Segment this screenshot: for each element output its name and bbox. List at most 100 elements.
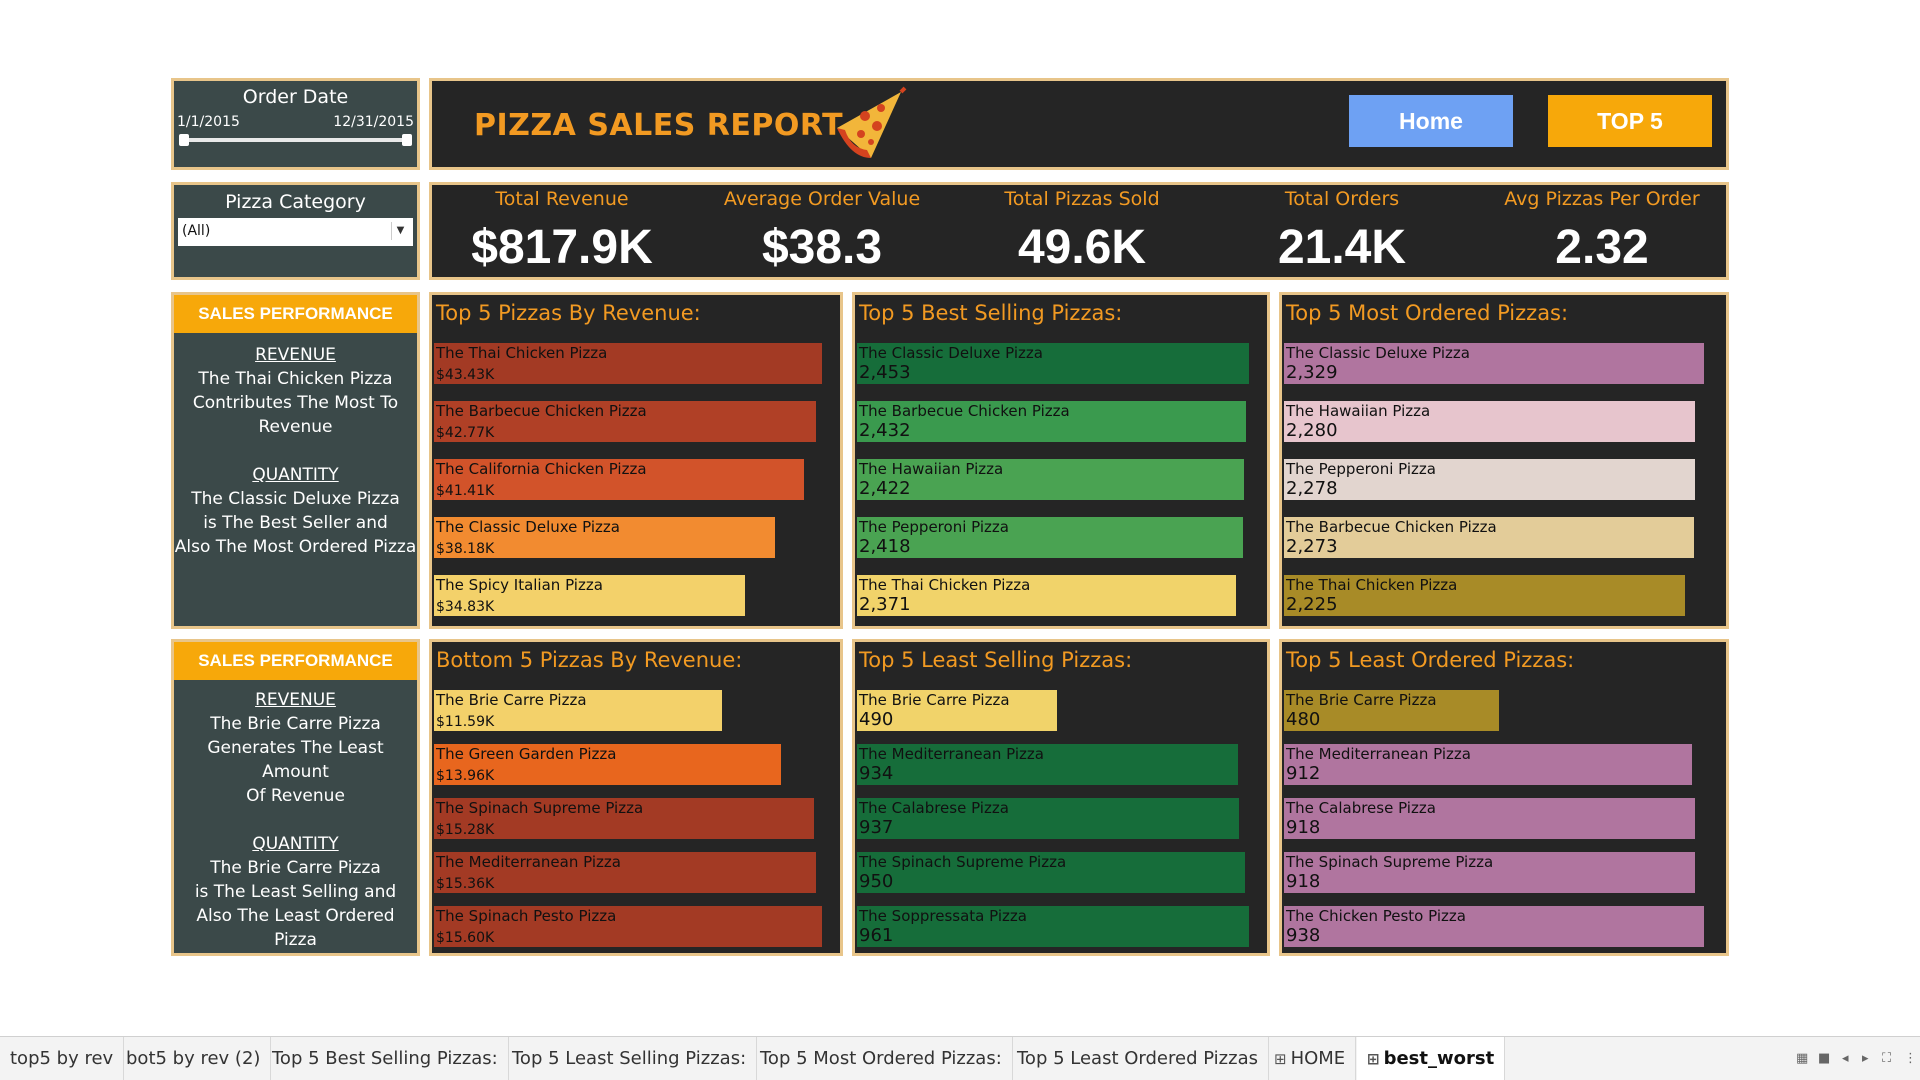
kpi-total-revenue: Total Revenue $817.9K — [432, 185, 692, 275]
chart-bar[interactable]: The Spinach Pesto Pizza $15.60K — [434, 906, 822, 947]
chart-bar[interactable]: The Thai Chicken Pizza 2,225 — [1284, 575, 1685, 616]
chart-bar[interactable]: The Mediterranean Pizza $15.36K — [434, 852, 816, 893]
tab-least-selling[interactable]: Top 5 Least Selling Pizzas: — [502, 1037, 758, 1080]
chart-bar[interactable]: The Spicy Italian Pizza $34.83K — [434, 575, 745, 616]
bar-value-label: 950 — [859, 871, 894, 892]
report-header: PIZZA SALES REPORT Home TOP 5 — [429, 78, 1729, 170]
chart-title: Top 5 Least Ordered Pizzas: — [1286, 648, 1575, 672]
chart-bottom5-revenue: Bottom 5 Pizzas By Revenue: The Brie Car… — [429, 639, 843, 956]
more-icon[interactable]: ⋮ — [1904, 1051, 1917, 1066]
pizza-category-title: Pizza Category — [225, 191, 366, 213]
bar-value-label: 2,280 — [1286, 420, 1338, 441]
previous-sheet-icon[interactable]: ◂ — [1842, 1051, 1849, 1066]
chart-bar[interactable]: The California Chicken Pizza $41.41K — [434, 459, 804, 500]
next-sheet-icon[interactable]: ▸ — [1862, 1051, 1869, 1066]
quantity-line: The Classic Deluxe Pizza — [191, 489, 400, 509]
revenue-heading: REVENUE — [255, 345, 336, 365]
tab-best-selling[interactable]: Top 5 Best Selling Pizzas: — [262, 1037, 509, 1080]
grid-view-icon[interactable]: ▦ — [1796, 1051, 1808, 1066]
bar-category-label: The Mediterranean Pizza — [436, 853, 621, 871]
quantity-line: is The Least Selling and — [194, 882, 397, 902]
chart-bar[interactable]: The Pepperoni Pizza 2,278 — [1284, 459, 1695, 500]
chart-bar[interactable]: The Barbecue Chicken Pizza $42.77K — [434, 401, 816, 442]
bar-category-label: The Classic Deluxe Pizza — [1286, 344, 1470, 362]
home-button[interactable]: Home — [1349, 95, 1513, 147]
pizza-category-dropdown[interactable]: (All) ▼ — [178, 218, 413, 246]
bar-category-label: The Brie Carre Pizza — [859, 691, 1010, 709]
single-sheet-icon[interactable]: ■ — [1818, 1051, 1830, 1066]
chart-bar[interactable]: The Chicken Pesto Pizza 938 — [1284, 906, 1704, 947]
kpi-value: 2.32 — [1555, 221, 1649, 274]
chart-bar[interactable]: The Barbecue Chicken Pizza 2,273 — [1284, 517, 1694, 558]
fullscreen-icon[interactable]: ⛶ — [1882, 1051, 1891, 1066]
quantity-line: Also The Most Ordered Pizza — [174, 537, 417, 557]
chart-bar[interactable]: The Green Garden Pizza $13.96K — [434, 744, 781, 785]
chart-bar[interactable]: The Spinach Supreme Pizza 950 — [857, 852, 1245, 893]
bar-category-label: The Barbecue Chicken Pizza — [1286, 518, 1497, 536]
chart-bar[interactable]: The Brie Carre Pizza 490 — [857, 690, 1057, 731]
chart-bar[interactable]: The Classic Deluxe Pizza 2,453 — [857, 343, 1249, 384]
tab-bot5-by-rev[interactable]: bot5 by rev (2) — [116, 1037, 272, 1080]
bar-category-label: The Thai Chicken Pizza — [1286, 576, 1458, 594]
date-range-slider[interactable] — [182, 138, 409, 142]
tab-best-worst[interactable]: ⊞ best_worst — [1357, 1037, 1506, 1080]
order-date-start: 1/1/2015 — [177, 114, 240, 130]
bar-category-label: The California Chicken Pizza — [436, 460, 647, 478]
tab-home[interactable]: ⊞ HOME — [1264, 1037, 1357, 1080]
sales-performance-header: SALES PERFORMANCE — [174, 642, 417, 680]
kpi-average-order-value: Average Order Value $38.3 — [692, 185, 952, 275]
chart-least-ordered: Top 5 Least Ordered Pizzas: The Brie Car… — [1279, 639, 1729, 956]
bar-value-label: 918 — [1286, 817, 1321, 838]
bar-category-label: The Barbecue Chicken Pizza — [859, 402, 1070, 420]
chart-bar[interactable]: The Hawaiian Pizza 2,280 — [1284, 401, 1695, 442]
pizza-slice-icon — [837, 86, 907, 158]
chart-top5-most-ordered: Top 5 Most Ordered Pizzas: The Classic D… — [1279, 292, 1729, 629]
chart-bar[interactable]: The Thai Chicken Pizza 2,371 — [857, 575, 1236, 616]
chart-top5-best-selling: Top 5 Best Selling Pizzas: The Classic D… — [852, 292, 1270, 629]
chart-bar[interactable]: The Thai Chicken Pizza $43.43K — [434, 343, 822, 384]
bar-category-label: The Spinach Supreme Pizza — [859, 853, 1067, 871]
kpi-label: Total Orders — [1284, 188, 1400, 210]
quantity-line: Also The Least Ordered Pizza — [196, 906, 395, 950]
kpi-label: Total Pizzas Sold — [1004, 188, 1160, 210]
chart-bar[interactable]: The Calabrese Pizza 918 — [1284, 798, 1695, 839]
chart-bar[interactable]: The Soppressata Pizza 961 — [857, 906, 1249, 947]
chart-bar[interactable]: The Pepperoni Pizza 2,418 — [857, 517, 1243, 558]
tab-least-ordered[interactable]: Top 5 Least Ordered Pizzas — [1007, 1037, 1269, 1080]
chart-bar[interactable]: The Mediterranean Pizza 912 — [1284, 744, 1692, 785]
bar-value-label: 2,273 — [1286, 536, 1338, 557]
bar-category-label: The Brie Carre Pizza — [436, 691, 587, 709]
kpi-value: $38.3 — [761, 221, 883, 274]
chart-bar[interactable]: The Mediterranean Pizza 934 — [857, 744, 1238, 785]
tab-top5-by-rev[interactable]: top5 by rev — [0, 1037, 125, 1080]
bar-category-label: The Spinach Supreme Pizza — [1286, 853, 1494, 871]
chart-bar[interactable]: The Brie Carre Pizza 480 — [1284, 690, 1499, 731]
chart-bar[interactable]: The Hawaiian Pizza 2,422 — [857, 459, 1244, 500]
kpi-total-orders: Total Orders 21.4K — [1212, 185, 1472, 275]
bar-value-label: 934 — [859, 763, 894, 784]
tab-most-ordered[interactable]: Top 5 Most Ordered Pizzas: — [750, 1037, 1013, 1080]
chart-bar[interactable]: The Spinach Supreme Pizza $15.28K — [434, 798, 814, 839]
chart-bar[interactable]: The Barbecue Chicken Pizza 2,432 — [857, 401, 1246, 442]
kpi-label: Average Order Value — [723, 188, 921, 210]
chart-bar[interactable]: The Spinach Supreme Pizza 918 — [1284, 852, 1695, 893]
bar-category-label: The Spinach Supreme Pizza — [436, 799, 644, 817]
revenue-line: Of Revenue — [246, 786, 345, 806]
bar-value-label: 2,278 — [1286, 478, 1338, 499]
chevron-down-icon[interactable]: ▼ — [391, 222, 409, 240]
bar-value-label: $11.59K — [436, 714, 495, 730]
quantity-heading: QUANTITY — [252, 834, 339, 854]
bar-value-label: 2,371 — [859, 594, 911, 615]
chart-bar[interactable]: The Brie Carre Pizza $11.59K — [434, 690, 722, 731]
bar-category-label: The Classic Deluxe Pizza — [436, 518, 620, 536]
tab-label: top5 by rev — [10, 1048, 114, 1069]
chart-bar[interactable]: The Classic Deluxe Pizza $38.18K — [434, 517, 775, 558]
chart-bar[interactable]: The Calabrese Pizza 937 — [857, 798, 1239, 839]
bar-value-label: $42.77K — [436, 425, 495, 441]
top5-button[interactable]: TOP 5 — [1548, 95, 1712, 147]
chart-bar[interactable]: The Classic Deluxe Pizza 2,329 — [1284, 343, 1704, 384]
bar-category-label: The Mediterranean Pizza — [1286, 745, 1471, 763]
slider-start-handle[interactable] — [179, 134, 189, 146]
dashboard-canvas: Order Date 1/1/2015 12/31/2015 Pizza Cat… — [0, 0, 1920, 1080]
slider-end-handle[interactable] — [402, 134, 412, 146]
